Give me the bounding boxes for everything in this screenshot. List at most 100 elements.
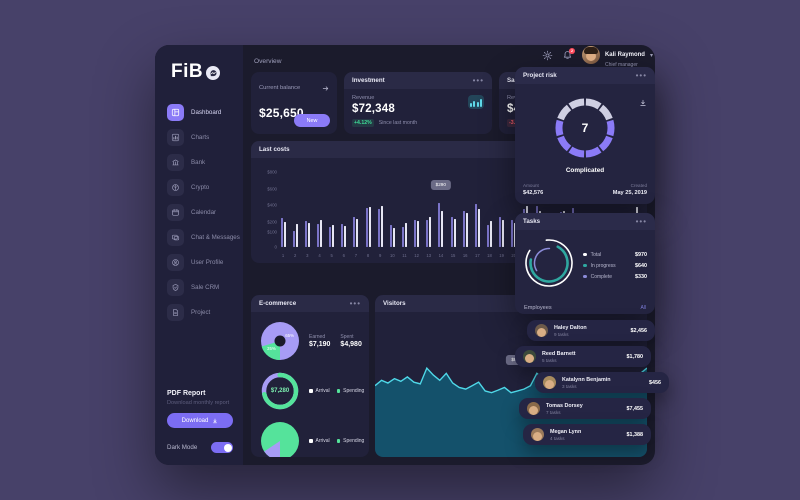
employee-info: Megan Lynn 4 tasks xyxy=(550,429,581,441)
crypto-icon xyxy=(167,179,184,196)
sidebar-item-bank[interactable]: Bank xyxy=(165,151,235,174)
bar-group xyxy=(496,174,508,247)
employee-info: Tomas Dorsey 7 tasks xyxy=(546,403,583,415)
shield-icon xyxy=(167,279,184,296)
sidebar-nav: Dashboard Charts Bank Crypto Calendar Ch… xyxy=(165,101,240,324)
chat-icon xyxy=(167,229,184,246)
profile-menu[interactable]: Kali Raymond Chief manager ▾ xyxy=(581,43,653,68)
employees-all-link[interactable]: All xyxy=(640,305,646,311)
ecommerce-menu-icon[interactable]: ••• xyxy=(350,299,361,307)
employee-amount: $7,455 xyxy=(626,405,644,412)
spent-label: Spent xyxy=(340,334,354,340)
investment-revenue-value: $72,348 xyxy=(352,103,395,115)
pdf-report-title: PDF Report xyxy=(167,390,206,397)
x-tick: 19 xyxy=(499,253,504,258)
sidebar-item-label: Bank xyxy=(191,159,206,166)
tasks-card: Tasks ••• Total $970 In progress $640 Co… xyxy=(515,213,655,314)
sidebar-item-chat-messages[interactable]: Chat & Messages xyxy=(165,226,240,249)
x-tick: 11 xyxy=(402,253,407,258)
x-tick: 13 xyxy=(426,253,432,258)
earned-stat: Earned $7,190 xyxy=(309,334,330,348)
sidebar-item-label: Chat & Messages xyxy=(191,234,240,241)
project-risk-menu-icon[interactable]: ••• xyxy=(636,71,647,79)
x-tick: 2 xyxy=(294,253,297,258)
bar-group xyxy=(301,174,313,247)
x-tick: 5 xyxy=(330,253,333,258)
sidebar-item-label: Dashboard xyxy=(191,109,222,116)
employee-tasks: 3 tasks xyxy=(562,383,577,389)
employee-row[interactable]: Haley Dalton 9 tasks $2,456 xyxy=(527,320,655,341)
app-logo[interactable]: FiB xyxy=(165,57,235,101)
visitors-title: Visitors xyxy=(383,300,406,307)
sidebar-item-calendar[interactable]: Calendar xyxy=(165,201,235,224)
employee-row[interactable]: Megan Lynn 4 tasks $1,388 xyxy=(523,424,651,445)
project-risk-card: Project risk ••• 7 Complicated Amount $4… xyxy=(515,67,655,204)
ecommerce-donut-chart: 65% 35% xyxy=(259,320,301,362)
ecommerce-middle-row: $7,280 Arrival Spending xyxy=(259,370,364,412)
tasks-menu-icon[interactable]: ••• xyxy=(636,217,647,225)
sidebar-item-crypto[interactable]: Crypto xyxy=(165,176,235,199)
x-tick: 9 xyxy=(379,253,382,258)
ecommerce-earned-spent: Earned $7,190 Spent $4,980 xyxy=(309,334,362,348)
employee-name: Haley Dalton xyxy=(554,324,587,331)
sidebar-item-sale-crm[interactable]: Sale CRM xyxy=(165,276,235,299)
toggle-knob xyxy=(223,443,232,452)
bar-group xyxy=(386,174,398,247)
bar-group xyxy=(289,174,301,247)
employee-info: Haley Dalton 9 tasks xyxy=(554,325,587,337)
y-tick: $200 xyxy=(267,219,277,224)
x-tick: 14 xyxy=(438,253,444,258)
employee-tasks: 9 tasks xyxy=(554,331,569,337)
user-icon xyxy=(167,254,184,271)
risk-amount-label: Amount xyxy=(523,183,539,188)
employee-name: Megan Lynn xyxy=(550,428,582,435)
gear-icon[interactable] xyxy=(542,50,553,61)
risk-gauge-chart: 7 xyxy=(551,94,619,162)
new-button[interactable]: New xyxy=(294,114,330,127)
employee-info: Katalynn Benjamin 3 tasks xyxy=(562,377,611,389)
risk-amount: Amount $42,576 xyxy=(523,183,543,196)
download-button[interactable]: Download xyxy=(167,413,233,428)
employee-row[interactable]: Reed Barnett 5 tasks $1,780 xyxy=(515,346,651,367)
bar-group xyxy=(398,174,410,247)
ecommerce-progress-ring: $7,280 xyxy=(259,370,301,412)
avatar xyxy=(581,46,600,64)
investment-revenue-label: Revenue xyxy=(352,95,375,101)
x-tick: 1 xyxy=(281,253,285,258)
ecommerce-title: E-commerce xyxy=(259,300,297,307)
chevron-down-icon[interactable]: ▾ xyxy=(650,52,653,59)
sidebar-item-charts[interactable]: Charts xyxy=(165,126,235,149)
x-tick: 17 xyxy=(474,253,480,258)
logo-text: FiB xyxy=(171,61,204,82)
ecommerce-top-row: 65% 35% Earned $7,190 Spent $4,980 xyxy=(259,320,362,362)
tasks-row: In progress $640 xyxy=(583,263,647,269)
download-button-label: Download xyxy=(181,417,209,424)
sidebar-item-label: Charts xyxy=(191,134,210,141)
sidebar: FiB Dashboard Charts Bank Crypto Calenda… xyxy=(155,45,243,465)
employee-row[interactable]: Tomas Dorsey 7 tasks $7,455 xyxy=(519,398,651,419)
bell-icon[interactable]: 2 xyxy=(562,47,575,61)
y-axis-labels: $800 $600 $400 $200 $100 0 xyxy=(255,170,277,250)
risk-gauge-value: 7 xyxy=(581,121,589,135)
risk-amount-value: $42,576 xyxy=(523,190,544,196)
sidebar-item-label: Crypto xyxy=(191,184,210,191)
dark-mode-toggle[interactable] xyxy=(211,442,233,453)
sidebar-footer: PDF Report Download monthly report Downl… xyxy=(165,390,235,455)
tasks-row: Total $970 xyxy=(583,252,647,258)
sidebar-item-user-profile[interactable]: User Profile xyxy=(165,251,235,274)
x-tick: 15 xyxy=(450,253,456,258)
sidebar-item-label: Project xyxy=(191,309,211,316)
avatar xyxy=(523,350,536,363)
sidebar-item-project[interactable]: Project xyxy=(165,301,235,324)
x-tick: 6 xyxy=(342,253,345,258)
x-tick: 16 xyxy=(462,253,468,258)
employee-row[interactable]: Katalynn Benjamin 3 tasks $456 xyxy=(535,372,669,393)
sidebar-item-dashboard[interactable]: Dashboard xyxy=(165,101,235,124)
dark-mode-label: Dark Mode xyxy=(167,444,198,451)
ecommerce-pie-chart xyxy=(259,420,301,457)
current-balance-card: Current balance $25,650 New xyxy=(251,72,337,134)
arrow-right-icon[interactable] xyxy=(322,79,329,97)
investment-card-menu-icon[interactable]: ••• xyxy=(473,76,484,84)
ecommerce-bottom-row: Arrival Spending xyxy=(259,420,364,457)
bar-group xyxy=(471,174,483,247)
